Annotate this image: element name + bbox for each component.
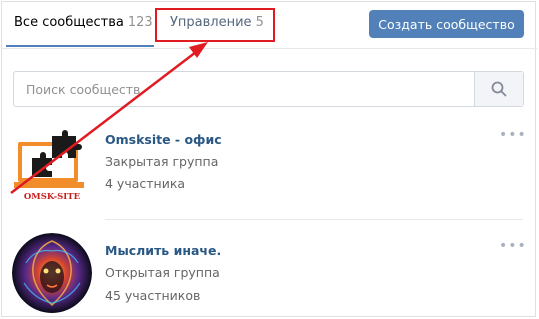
tab-all-groups-count: 123 bbox=[127, 15, 153, 30]
search-input[interactable] bbox=[14, 72, 476, 106]
groups-panel: Все сообщества 123 Управление 5 Создать со… bbox=[1, 1, 537, 318]
group-name[interactable]: Omsksite - офис bbox=[105, 132, 222, 147]
group-type: Закрытая группа bbox=[105, 154, 219, 169]
tab-all-groups-label: Все сообщества bbox=[14, 15, 124, 30]
lion-art-image bbox=[12, 233, 92, 313]
active-tab-indicator bbox=[6, 45, 154, 47]
group-type: Открытая группа bbox=[105, 265, 220, 280]
tab-all-groups[interactable]: Все сообщества 123 bbox=[14, 2, 153, 48]
group-avatar-omsksite[interactable]: OMSK-SITE bbox=[12, 128, 92, 208]
search-button[interactable] bbox=[474, 72, 523, 106]
group-name[interactable]: Мыслить иначе. bbox=[105, 243, 221, 258]
omsksite-logo-text: OMSK-SITE bbox=[24, 192, 81, 202]
group-members: 45 участников bbox=[105, 288, 201, 303]
create-group-button[interactable]: Создать сообщество bbox=[369, 10, 524, 38]
divider bbox=[105, 219, 523, 220]
omsksite-logo: OMSK-SITE bbox=[14, 130, 86, 202]
more-actions-icon[interactable]: ••• bbox=[499, 239, 526, 253]
list-item: OMSK-SITE Omsksite - офис Закрытая групп… bbox=[2, 120, 537, 220]
tab-bar: Все сообщества 123 Управление 5 Создать со… bbox=[2, 2, 537, 49]
search-box bbox=[13, 71, 524, 107]
search-icon bbox=[491, 81, 507, 97]
list-item: Мыслить иначе. Открытая группа 45 участн… bbox=[2, 221, 537, 318]
group-avatar-lion[interactable] bbox=[12, 233, 92, 313]
group-members: 4 участника bbox=[105, 176, 186, 191]
more-actions-icon[interactable]: ••• bbox=[499, 128, 526, 142]
annotation-highlight-box bbox=[155, 8, 275, 42]
